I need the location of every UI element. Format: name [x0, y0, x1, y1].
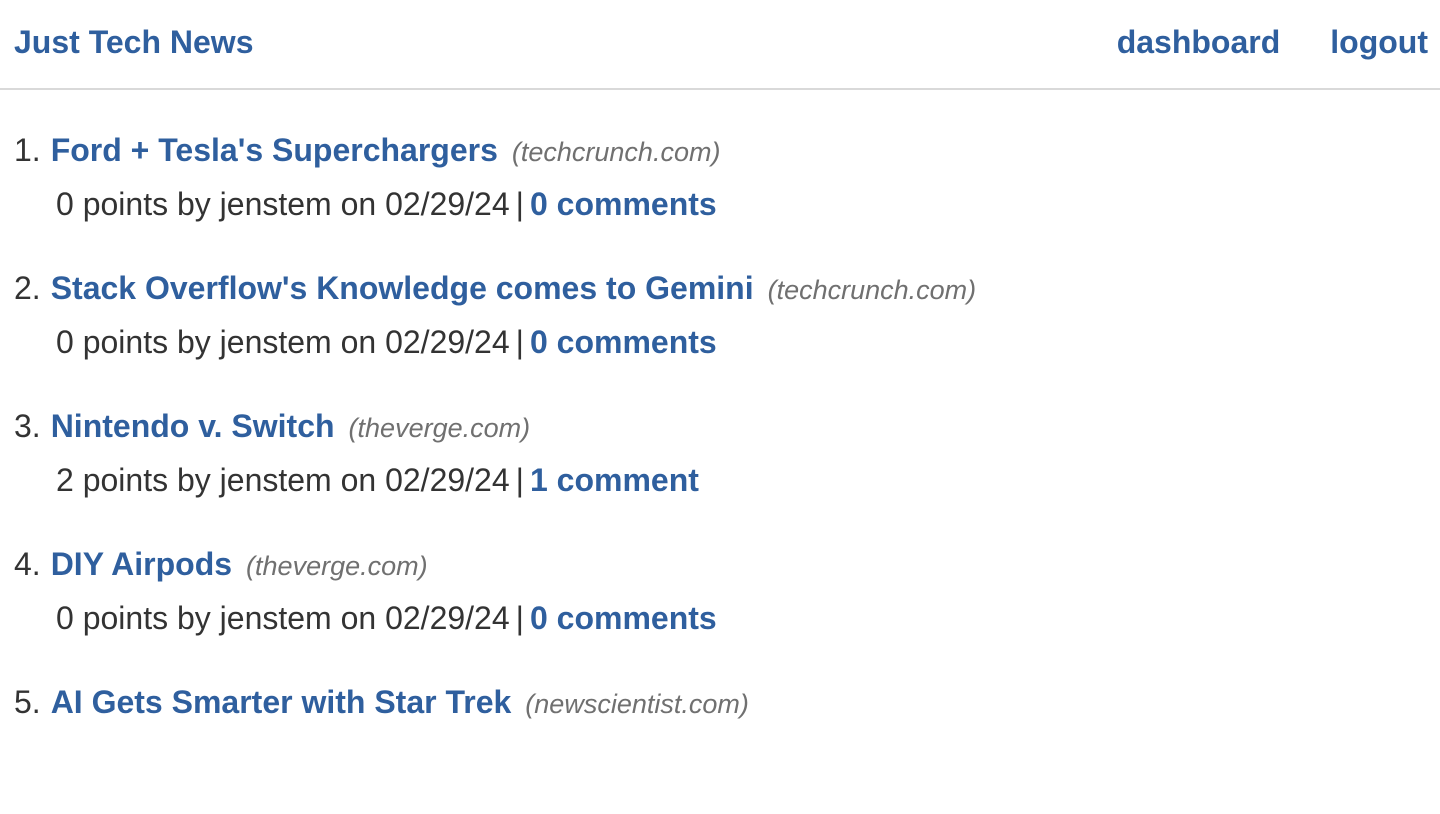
post-points: 0: [56, 186, 74, 222]
post-comments-link[interactable]: 0 comments: [530, 600, 717, 636]
post-points-label: points by: [82, 600, 211, 636]
post-author: jenstem: [219, 186, 332, 222]
post-on-label: on: [340, 600, 377, 636]
post-comments-link[interactable]: 0 comments: [530, 186, 717, 222]
post-title-link[interactable]: Ford + Tesla's Superchargers: [51, 124, 498, 176]
header-nav: dashboard logout: [1117, 22, 1428, 62]
post-meta: 0 points by jenstem on 02/29/24 | 0 commen…: [56, 176, 976, 232]
post-title-link[interactable]: AI Gets Smarter with Star Trek: [51, 676, 512, 728]
post-number: 4.: [14, 546, 41, 582]
post-date: 02/29/24: [385, 324, 510, 360]
post-number: 2.: [14, 270, 41, 306]
post-meta: 0 points by jenstem on 02/29/24 | 0 commen…: [56, 590, 976, 646]
site-header: Just Tech News dashboard logout: [0, 0, 1440, 90]
post-date: 02/29/24: [385, 600, 510, 636]
post-item: 1. Ford + Tesla's Superchargers (techcru…: [14, 124, 976, 262]
post-date: 02/29/24: [385, 462, 510, 498]
logout-link[interactable]: logout: [1330, 22, 1428, 62]
post-title-link[interactable]: Stack Overflow's Knowledge comes to Gemi…: [51, 262, 754, 314]
post-points-label: points by: [82, 462, 211, 498]
post-points: 0: [56, 324, 74, 360]
meta-separator: |: [515, 462, 524, 498]
post-author: jenstem: [219, 324, 332, 360]
post-item: 5. AI Gets Smarter with Star Trek (newsc…: [14, 676, 976, 814]
post-on-label: on: [340, 186, 377, 222]
post-domain: (techcrunch.com): [767, 275, 977, 305]
meta-separator: |: [515, 600, 524, 636]
post-domain: (techcrunch.com): [511, 137, 721, 167]
site-brand-link[interactable]: Just Tech News: [14, 22, 253, 62]
meta-separator: |: [515, 324, 524, 360]
post-title-link[interactable]: Nintendo v. Switch: [51, 400, 335, 452]
post-list: 1. Ford + Tesla's Superchargers (techcru…: [14, 124, 976, 814]
post-on-label: on: [340, 462, 377, 498]
post-headline: 5. AI Gets Smarter with Star Trek (newsc…: [14, 676, 976, 728]
post-comments-link[interactable]: 1 comment: [530, 462, 699, 498]
post-item: 4. DIY Airpods (theverge.com) 0 points b…: [14, 538, 976, 676]
post-title-link[interactable]: DIY Airpods: [51, 538, 232, 590]
post-headline: 1. Ford + Tesla's Superchargers (techcru…: [14, 124, 976, 176]
post-points: 0: [56, 600, 74, 636]
post-points: 2: [56, 462, 74, 498]
post-number: 3.: [14, 408, 41, 444]
post-headline: 2. Stack Overflow's Knowledge comes to G…: [14, 262, 976, 314]
post-comments-link[interactable]: 0 comments: [530, 324, 717, 360]
post-domain: (theverge.com): [348, 413, 531, 443]
post-headline: 4. DIY Airpods (theverge.com): [14, 538, 976, 590]
post-item: 2. Stack Overflow's Knowledge comes to G…: [14, 262, 976, 400]
post-author: jenstem: [219, 462, 332, 498]
post-author: jenstem: [219, 600, 332, 636]
post-number: 1.: [14, 132, 41, 168]
post-headline: 3. Nintendo v. Switch (theverge.com): [14, 400, 976, 452]
post-date: 02/29/24: [385, 186, 510, 222]
post-number: 5.: [14, 684, 41, 720]
post-meta: 2 points by jenstem on 02/29/24 | 1 commen…: [56, 452, 976, 508]
post-meta: 0 points by jenstem on 02/29/24 | 0 commen…: [56, 314, 976, 370]
post-on-label: on: [340, 324, 377, 360]
post-domain: (newscientist.com): [525, 689, 749, 719]
meta-separator: |: [515, 186, 524, 222]
dashboard-link[interactable]: dashboard: [1117, 22, 1281, 62]
post-points-label: points by: [82, 186, 211, 222]
post-item: 3. Nintendo v. Switch (theverge.com) 2 p…: [14, 400, 976, 538]
post-points-label: points by: [82, 324, 211, 360]
post-domain: (theverge.com): [246, 551, 428, 581]
